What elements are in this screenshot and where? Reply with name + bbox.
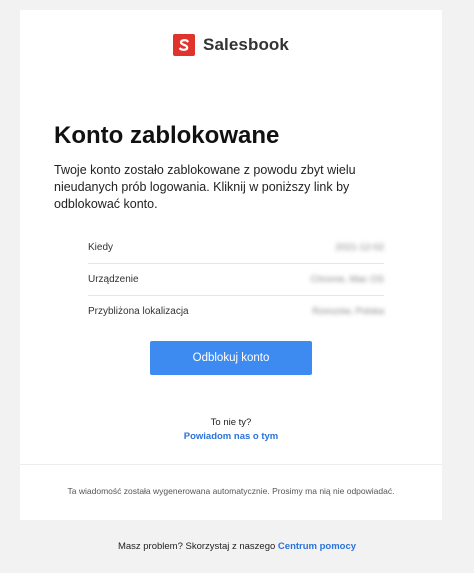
detail-label: Urządzenie: [88, 274, 139, 285]
divider: [20, 464, 442, 465]
detail-row-when: Kiedy 2021-12-02: [88, 232, 384, 264]
intro-text: Twoje konto zostało zablokowane z powodu…: [54, 163, 356, 211]
login-details: Kiedy 2021-12-02 Urządzenie Chrome, Mac …: [88, 232, 384, 327]
not-you-text: To nie ty?: [210, 417, 252, 428]
detail-value: 2021-12-02: [335, 242, 384, 253]
page-title: Konto zablokowane: [54, 122, 280, 149]
footer: Masz problem? Skorzystaj z naszego Centr…: [0, 541, 474, 552]
detail-row-location: Przybliżona lokalizacja Rzeszów, Polska: [88, 296, 384, 327]
help-center-link[interactable]: Centrum pomocy: [278, 541, 356, 552]
email-card: Salesbook Konto zablokowane Twoje konto …: [20, 10, 442, 520]
unlock-account-button[interactable]: Odblokuj konto: [150, 341, 312, 375]
detail-label: Kiedy: [88, 242, 114, 253]
brand-name: Salesbook: [203, 35, 289, 54]
notify-us-link[interactable]: Powiadom nas o tym: [184, 431, 279, 442]
detail-value: Chrome, Mac OS: [310, 274, 384, 285]
salesbook-logo-icon: [173, 34, 196, 56]
footer-text: Masz problem? Skorzystaj z naszego: [117, 541, 278, 552]
not-you-section: To nie ty? Powiadom nas o tym: [20, 416, 442, 444]
detail-label: Przybliżona lokalizacja: [88, 306, 189, 317]
detail-value: Rzeszów, Polska: [312, 306, 384, 317]
brand-logo: Salesbook: [20, 34, 442, 56]
detail-row-device: Urządzenie Chrome, Mac OS: [88, 264, 384, 296]
auto-generated-note: Ta wiadomość została wygenerowana automa…: [67, 486, 395, 496]
